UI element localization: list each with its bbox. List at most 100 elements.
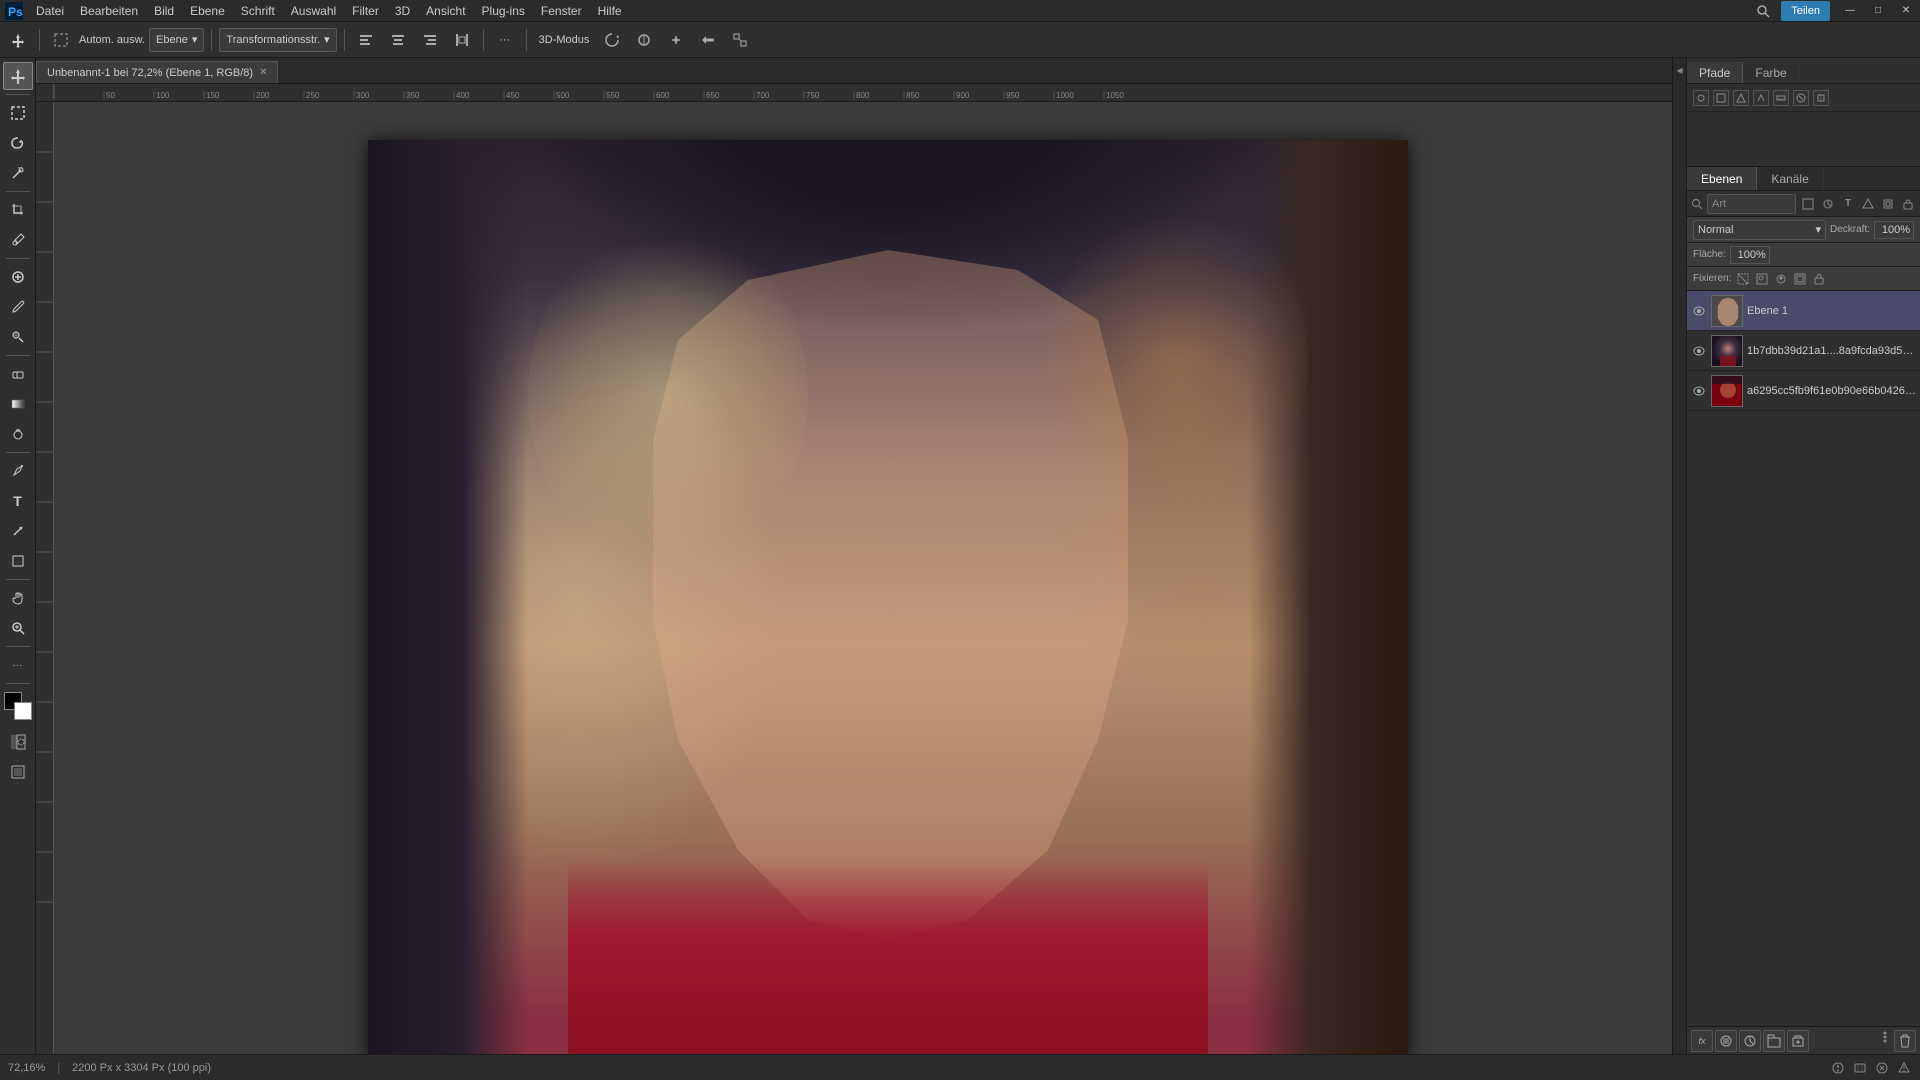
layer-icon-pixel[interactable] [1800, 196, 1816, 212]
3d-drag-button[interactable] [662, 26, 690, 54]
layer-icon-lock[interactable] [1900, 196, 1916, 212]
align-left-button[interactable] [352, 26, 380, 54]
screen-mode-button[interactable] [3, 758, 33, 786]
menu-datei[interactable]: Datei [28, 0, 72, 22]
3d-scale-button[interactable] [726, 26, 754, 54]
minimize-button[interactable]: — [1836, 0, 1864, 22]
menu-3d[interactable]: 3D [387, 0, 418, 22]
blend-mode-dropdown[interactable]: Normal ▾ [1693, 220, 1826, 240]
menu-filter[interactable]: Filter [344, 0, 387, 22]
lasso-tool[interactable] [3, 129, 33, 157]
status-icon-3[interactable] [1874, 1060, 1890, 1076]
opacity-input[interactable] [1874, 221, 1914, 239]
eyedropper-tool[interactable] [3, 226, 33, 254]
share-button[interactable]: Teilen [1781, 1, 1830, 21]
add-group-button[interactable] [1763, 1030, 1785, 1052]
layer-2-visibility[interactable] [1691, 343, 1707, 359]
layer-icon-shape[interactable] [1860, 196, 1876, 212]
burn-tool[interactable] [3, 420, 33, 448]
eraser-tool[interactable] [3, 360, 33, 388]
path-icon-5[interactable] [1773, 90, 1789, 106]
auto-select-button[interactable] [47, 26, 75, 54]
gradient-tool[interactable] [3, 390, 33, 418]
text-tool[interactable]: T [3, 487, 33, 515]
lock-artboard-button[interactable] [1792, 271, 1808, 287]
path-icon-6[interactable] [1793, 90, 1809, 106]
crop-tool[interactable] [3, 196, 33, 224]
shape-tool[interactable] [3, 547, 33, 575]
add-adjustment-button[interactable] [1739, 1030, 1761, 1052]
close-button[interactable]: ✕ [1892, 0, 1920, 22]
pen-tool[interactable] [3, 457, 33, 485]
lock-all-button[interactable] [1811, 271, 1827, 287]
status-icon-4[interactable] [1896, 1060, 1912, 1076]
clone-stamp-tool[interactable] [3, 323, 33, 351]
status-icon-2[interactable] [1852, 1060, 1868, 1076]
lock-transparent-button[interactable] [1735, 271, 1751, 287]
path-icon-2[interactable] [1713, 90, 1729, 106]
menu-ansicht[interactable]: Ansicht [418, 0, 473, 22]
zoom-tool[interactable] [3, 614, 33, 642]
layer-icon-text[interactable]: T [1840, 196, 1856, 212]
quick-mask-button[interactable] [3, 728, 33, 756]
path-icon-7[interactable] [1813, 90, 1829, 106]
hand-tool[interactable] [3, 584, 33, 612]
fx-button[interactable]: fx [1691, 1030, 1713, 1052]
canvas-container[interactable] [72, 120, 1686, 1054]
more-options-button[interactable]: ··· [491, 26, 519, 54]
menu-hilfe[interactable]: Hilfe [590, 0, 630, 22]
photo-canvas[interactable] [368, 140, 1408, 1054]
tab-farbe[interactable]: Farbe [1743, 62, 1799, 83]
path-icon-3[interactable] [1733, 90, 1749, 106]
delete-layer-button[interactable] [1894, 1030, 1916, 1052]
maximize-button[interactable]: □ [1864, 0, 1892, 22]
status-icon-1[interactable] [1830, 1060, 1846, 1076]
layer-mode-dropdown[interactable]: Ebene ▾ [149, 28, 204, 52]
marquee-tool[interactable] [3, 99, 33, 127]
align-right-button[interactable] [416, 26, 444, 54]
tab-pfade[interactable]: Pfade [1687, 62, 1743, 83]
tab-close-button[interactable]: ✕ [259, 67, 267, 78]
layer-item-2[interactable]: 1b7dbb39d21a1....8a9fcda93d5e72 [1687, 331, 1920, 371]
heal-tool[interactable] [3, 263, 33, 291]
menu-ebene[interactable]: Ebene [182, 0, 233, 22]
layer-1-visibility[interactable] [1691, 303, 1707, 319]
canvas-tab[interactable]: Unbenannt-1 bei 72,2% (Ebene 1, RGB/8) ✕ [36, 61, 278, 83]
3d-slide-button[interactable] [694, 26, 722, 54]
path-icon-4[interactable] [1753, 90, 1769, 106]
3d-rotate-button[interactable] [598, 26, 626, 54]
layer-icon-smartobj[interactable] [1880, 196, 1896, 212]
more-tools-button[interactable]: ··· [3, 651, 33, 679]
tab-kanale[interactable]: Kanäle [1757, 167, 1823, 190]
lock-position-button[interactable] [1773, 271, 1789, 287]
layers-search-input[interactable]: Art [1707, 194, 1796, 214]
distribute-button[interactable] [448, 26, 476, 54]
lock-image-button[interactable] [1754, 271, 1770, 287]
brush-tool[interactable] [3, 293, 33, 321]
add-layer-button[interactable] [1787, 1030, 1809, 1052]
3d-roll-button[interactable] [630, 26, 658, 54]
path-select-tool[interactable] [3, 517, 33, 545]
global-search-button[interactable] [1749, 0, 1777, 25]
fill-input[interactable] [1730, 246, 1770, 264]
menu-bild[interactable]: Bild [146, 0, 182, 22]
collapse-button[interactable]: ◀ [1676, 66, 1682, 75]
menu-auswahl[interactable]: Auswahl [283, 0, 344, 22]
3d-mode-button[interactable]: 3D-Modus [534, 26, 595, 54]
align-center-button[interactable] [384, 26, 412, 54]
add-mask-button[interactable] [1715, 1030, 1737, 1052]
path-icon-1[interactable] [1693, 90, 1709, 106]
menu-plugins[interactable]: Plug-ins [474, 0, 533, 22]
move-tool[interactable] [3, 62, 33, 90]
tab-ebenen[interactable]: Ebenen [1687, 167, 1757, 190]
layer-item-1[interactable]: Ebene 1 [1687, 291, 1920, 331]
background-color[interactable] [14, 702, 32, 720]
menu-schrift[interactable]: Schrift [233, 0, 283, 22]
menu-fenster[interactable]: Fenster [533, 0, 590, 22]
status-dots[interactable] [1878, 1030, 1892, 1044]
layer-3-visibility[interactable] [1691, 383, 1707, 399]
transform-dropdown[interactable]: Transformationsstr. ▾ [219, 28, 336, 52]
layer-icon-adjust[interactable] [1820, 196, 1836, 212]
layer-item-3[interactable]: a6295cc5fb9f61e0b90e66b0426d1be7 [1687, 371, 1920, 411]
menu-bearbeiten[interactable]: Bearbeiten [72, 0, 146, 22]
